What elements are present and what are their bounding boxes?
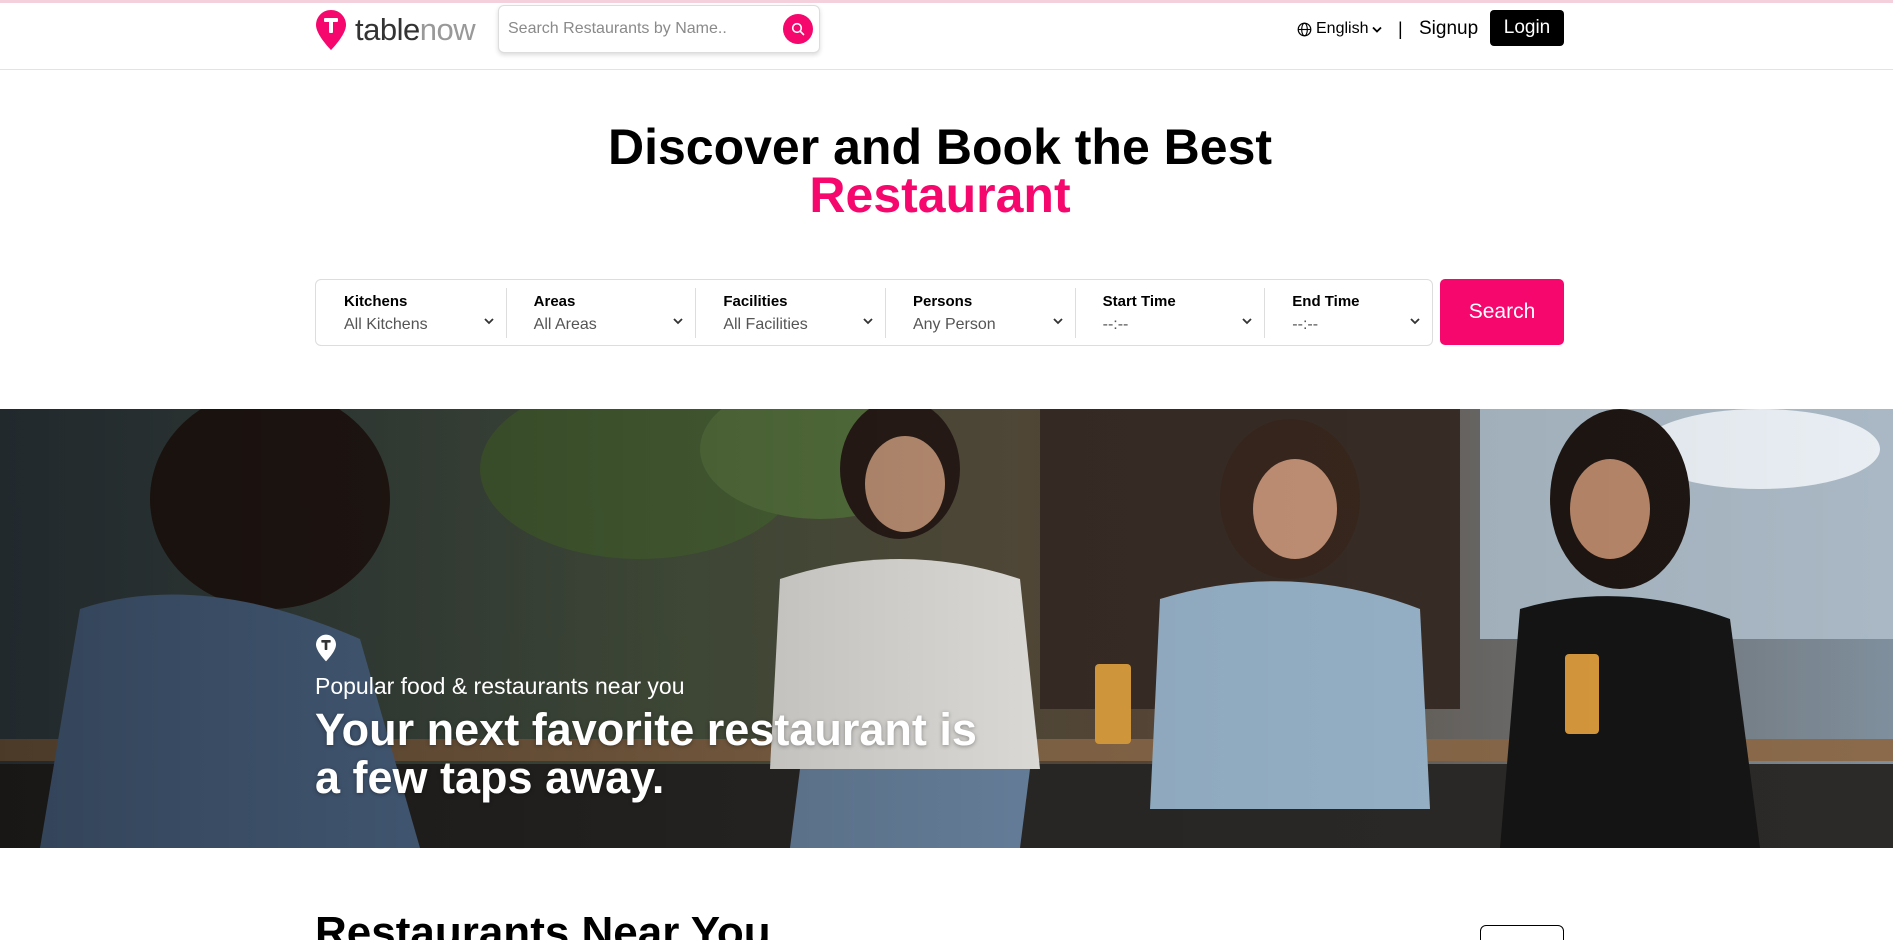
brand-wordmark: tablenow bbox=[355, 12, 476, 47]
search-button[interactable]: Search bbox=[1440, 279, 1564, 345]
chevron-down-icon bbox=[1372, 26, 1383, 33]
hero-title: Discover and Book the Best Restaurant bbox=[0, 122, 1880, 220]
filter-label: Kitchens bbox=[344, 293, 408, 310]
login-button[interactable]: Login bbox=[1490, 10, 1564, 46]
language-label: English bbox=[1316, 20, 1369, 37]
section-title: Restaurants Near You bbox=[315, 908, 771, 940]
view-all-button[interactable] bbox=[1480, 925, 1564, 940]
filter-label: Facilities bbox=[723, 293, 788, 310]
restaurant-search-input[interactable] bbox=[508, 20, 783, 38]
filter-label: Areas bbox=[533, 293, 576, 310]
pin-icon bbox=[316, 634, 336, 662]
nav-separator: | bbox=[1398, 19, 1403, 39]
filter-value: All Facilities bbox=[723, 316, 808, 333]
filter-value: Any Person bbox=[912, 316, 996, 333]
filter-value: All Kitchens bbox=[344, 316, 428, 333]
banner-subtitle: Popular food & restaurants near you bbox=[315, 673, 685, 699]
search-submit-button[interactable] bbox=[783, 14, 813, 44]
filter-value: All Areas bbox=[533, 316, 597, 333]
filter-areas[interactable]: Areas All Areas bbox=[505, 280, 696, 345]
chevron-down-icon bbox=[673, 318, 683, 325]
banner-headline: Your next favorite restaurant is a few t… bbox=[315, 706, 977, 802]
restaurant-search-box bbox=[498, 5, 820, 53]
search-icon bbox=[791, 22, 805, 36]
hero-title-accent: Restaurant bbox=[809, 167, 1071, 223]
banner-text: Popular food & restaurants near you Your… bbox=[315, 634, 977, 802]
signup-link[interactable]: Signup bbox=[1419, 18, 1478, 40]
chevron-down-icon bbox=[1410, 318, 1420, 325]
banner-headline-line2: a few taps away. bbox=[315, 752, 665, 803]
filter-label: Persons bbox=[912, 293, 973, 310]
chevron-down-icon bbox=[1242, 318, 1252, 325]
filter-label: Start Time bbox=[1102, 293, 1176, 310]
chevron-down-icon bbox=[1052, 318, 1063, 325]
chevron-down-icon bbox=[863, 318, 873, 325]
filter-end-time[interactable]: End Time --:-- bbox=[1264, 280, 1432, 345]
tablenow-logo-icon bbox=[316, 10, 346, 50]
globe-icon bbox=[1297, 22, 1312, 36]
filter-value: --:-- bbox=[1102, 316, 1129, 333]
filter-label: End Time bbox=[1292, 293, 1360, 310]
language-selector[interactable]: English bbox=[1297, 20, 1383, 38]
hero-banner: Popular food & restaurants near you Your… bbox=[0, 409, 1893, 848]
site-header: tablenow English | Signup Login bbox=[0, 3, 1893, 70]
booking-filter-bar: Kitchens All Kitchens Areas All Areas Fa… bbox=[315, 279, 1433, 346]
banner-headline-line1: Your next favorite restaurant is bbox=[315, 704, 977, 755]
chevron-down-icon bbox=[484, 318, 494, 325]
filter-kitchens[interactable]: Kitchens All Kitchens bbox=[316, 280, 506, 345]
brand-logo[interactable]: tablenow bbox=[315, 9, 476, 51]
filter-start-time[interactable]: Start Time --:-- bbox=[1074, 280, 1265, 345]
filter-persons[interactable]: Persons Any Person bbox=[884, 280, 1075, 345]
filter-facilities[interactable]: Facilities All Facilities bbox=[695, 280, 885, 345]
